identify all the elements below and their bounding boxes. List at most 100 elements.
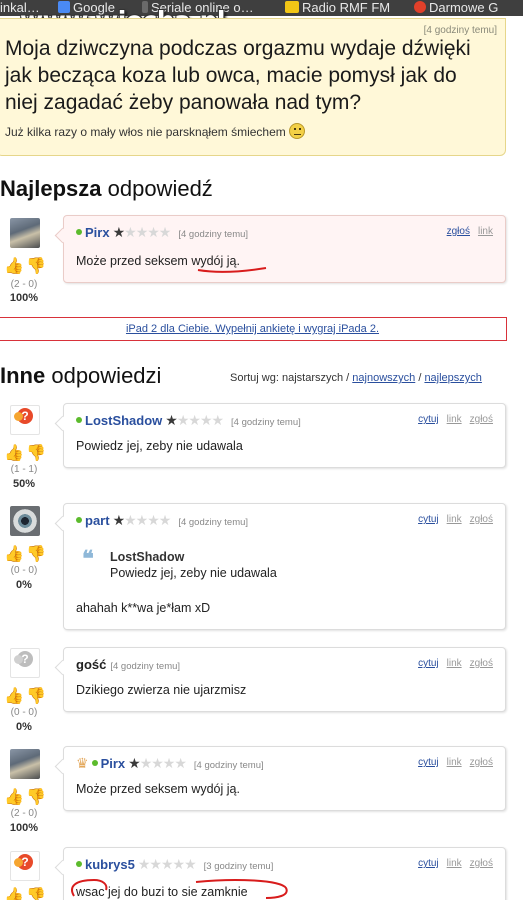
thumbs-up-icon[interactable]: 👍 <box>4 789 24 807</box>
sort-best-link[interactable]: najlepszych <box>424 372 481 384</box>
avatar[interactable] <box>10 506 40 536</box>
answer-time: [4 godziny temu] <box>193 760 264 771</box>
report-link[interactable]: zgłoś <box>470 414 493 425</box>
rating-stars: ★★★★★ <box>112 224 172 240</box>
quote-link[interactable]: cytuj <box>418 858 439 869</box>
answer-header: ♛ Pirx ★★★★★ [4 godziny temu] <box>76 755 264 771</box>
promo-link[interactable]: iPad 2 dla Ciebie. Wypełnij ankietę i wy… <box>126 323 379 335</box>
heading-bold: Najlepsza <box>0 176 102 201</box>
thumbs-down-icon[interactable]: 👎 <box>26 445 46 463</box>
answer-card: kubrys5 ★★★★★ [3 godziny temu] cytuj link zg… <box>63 847 506 900</box>
answer-text: Może przed seksem wydój ją. <box>76 254 240 268</box>
vote-buttons: 👍 👎 <box>4 258 48 278</box>
vote-buttons: 👍 👎 <box>4 789 48 809</box>
answer-header: Pirx ★★★★★ [4 godziny temu] <box>76 224 248 240</box>
guest-author: gość <box>76 657 107 672</box>
thumbs-up-icon[interactable]: 👍 <box>4 258 24 276</box>
bookmark-item-darmowe[interactable]: Darmowe G <box>414 0 498 16</box>
quote-author: LostShadow <box>110 550 185 564</box>
author-link[interactable]: LostShadow <box>85 413 162 428</box>
vote-score: (1 - 1) <box>10 464 38 475</box>
online-status-icon <box>76 517 82 523</box>
sort-options: Sortuj wg: najstarszych / najnowszych / … <box>230 372 482 384</box>
answer-time: [4 godziny temu] <box>110 661 181 672</box>
answer-time: [4 godziny temu] <box>231 417 301 428</box>
permalink-link[interactable]: link <box>478 226 493 237</box>
author-link[interactable]: Pirx <box>101 756 126 771</box>
answer-text: Powiedz jej, zeby nie udawala <box>76 439 243 453</box>
answer-text: wsac jej do buzi to sie zamknie <box>76 885 248 899</box>
thumbs-down-icon[interactable]: 👎 <box>26 888 46 900</box>
answer-card: LostShadow ★★★★★ [4 godziny temu] cytuj lin… <box>63 403 506 468</box>
rating-stars: ★★★★★ <box>112 512 172 528</box>
answer-header: kubrys5 ★★★★★ [3 godziny temu] <box>76 856 273 872</box>
permalink-link[interactable]: link <box>447 514 462 525</box>
best-answer-heading: Najlepsza odpowiedź <box>0 176 213 202</box>
vote-score: (0 - 0) <box>10 565 38 576</box>
thumbs-down-icon[interactable]: 👎 <box>26 546 46 564</box>
vote-buttons: 👍 👎 <box>4 445 48 465</box>
avatar[interactable] <box>10 749 40 779</box>
quote-icon: ❝ <box>82 546 94 571</box>
answer-actions: cytuj link zgłoś <box>410 757 493 768</box>
quote-text: Powiedz jej, zeby nie udawala <box>110 566 277 580</box>
avatar[interactable] <box>10 648 40 678</box>
thumbs-up-icon[interactable]: 👍 <box>4 546 24 564</box>
vote-percent: 50% <box>12 478 36 490</box>
vote-score: (2 - 0) <box>10 808 38 819</box>
answer-time: [3 godziny temu] <box>203 861 274 872</box>
online-status-icon <box>76 861 82 867</box>
rmf-icon <box>285 1 299 13</box>
thumbs-down-icon[interactable]: 👎 <box>26 789 46 807</box>
answer-card: gość [4 godziny temu] cytuj link zgłoś Dzik… <box>63 647 506 712</box>
permalink-link[interactable]: link <box>447 658 462 669</box>
bookmark-label: Radio RMF FM <box>302 0 391 15</box>
quote-link[interactable]: cytuj <box>418 658 439 669</box>
bookmark-label: Darmowe G <box>429 0 499 15</box>
author-link[interactable]: Pirx <box>85 225 110 240</box>
thumbs-down-icon[interactable]: 👎 <box>26 688 46 706</box>
sort-label: Sortuj wg: najstarszych / <box>230 372 350 384</box>
permalink-link[interactable]: link <box>447 858 462 869</box>
quote-link[interactable]: cytuj <box>418 414 439 425</box>
other-answers-heading: Inne odpowiedzi <box>0 363 161 389</box>
permalink-link[interactable]: link <box>447 757 462 768</box>
report-link[interactable]: zgłoś <box>470 757 493 768</box>
report-link[interactable]: zgłoś <box>470 858 493 869</box>
vote-percent: 0% <box>16 721 32 733</box>
report-link[interactable]: zgłoś <box>470 514 493 525</box>
avatar[interactable] <box>10 405 40 435</box>
thumbs-down-icon[interactable]: 👎 <box>26 258 46 276</box>
vote-score: (2 - 0) <box>10 279 38 290</box>
vote-buttons: 👍 👎 <box>4 546 48 566</box>
vote-percent: 100% <box>9 292 39 304</box>
answer-text: Może przed seksem wydój ją. <box>76 782 240 796</box>
sort-newest-link[interactable]: najnowszych <box>352 372 415 384</box>
rating-stars: ★★★★★ <box>128 755 187 771</box>
heading-rest: odpowiedź <box>101 176 213 201</box>
question-details-text: Już kilka razy o mały włos nie parsknąłe… <box>5 125 286 139</box>
avatar[interactable] <box>10 851 40 881</box>
answer-actions: cytuj link zgłoś <box>410 858 493 869</box>
online-status-icon <box>91 760 98 766</box>
author-link[interactable]: part <box>85 513 110 528</box>
thumbs-up-icon[interactable]: 👍 <box>4 688 24 706</box>
permalink-link[interactable]: link <box>447 414 462 425</box>
quote-link[interactable]: cytuj <box>418 514 439 525</box>
avatar[interactable] <box>10 218 40 248</box>
quote-link[interactable]: cytuj <box>418 757 439 768</box>
answer-actions: zgłoś link <box>439 226 493 237</box>
question-text: Moja dziwczyna podczas orgazmu wydaje dź… <box>5 37 471 114</box>
promo-banner: iPad 2 dla Ciebie. Wypełnij ankietę i wy… <box>0 317 507 341</box>
answer-text: Dzikiego zwierza nie ujarzmisz <box>76 683 247 697</box>
thumbs-up-icon[interactable]: 👍 <box>4 888 24 900</box>
rating-stars: ★★★★★ <box>165 412 224 428</box>
thumbs-up-icon[interactable]: 👍 <box>4 445 24 463</box>
report-link[interactable]: zgłoś <box>447 226 470 237</box>
vote-buttons: 👍 👎 <box>4 888 48 900</box>
vote-buttons: 👍 👎 <box>4 688 48 708</box>
bookmark-item-rmf[interactable]: Radio RMF FM <box>285 0 390 16</box>
answer-text: ahahah k**wa je*łam xD <box>76 601 211 615</box>
report-link[interactable]: zgłoś <box>470 658 493 669</box>
author-link[interactable]: kubrys5 <box>85 857 135 872</box>
